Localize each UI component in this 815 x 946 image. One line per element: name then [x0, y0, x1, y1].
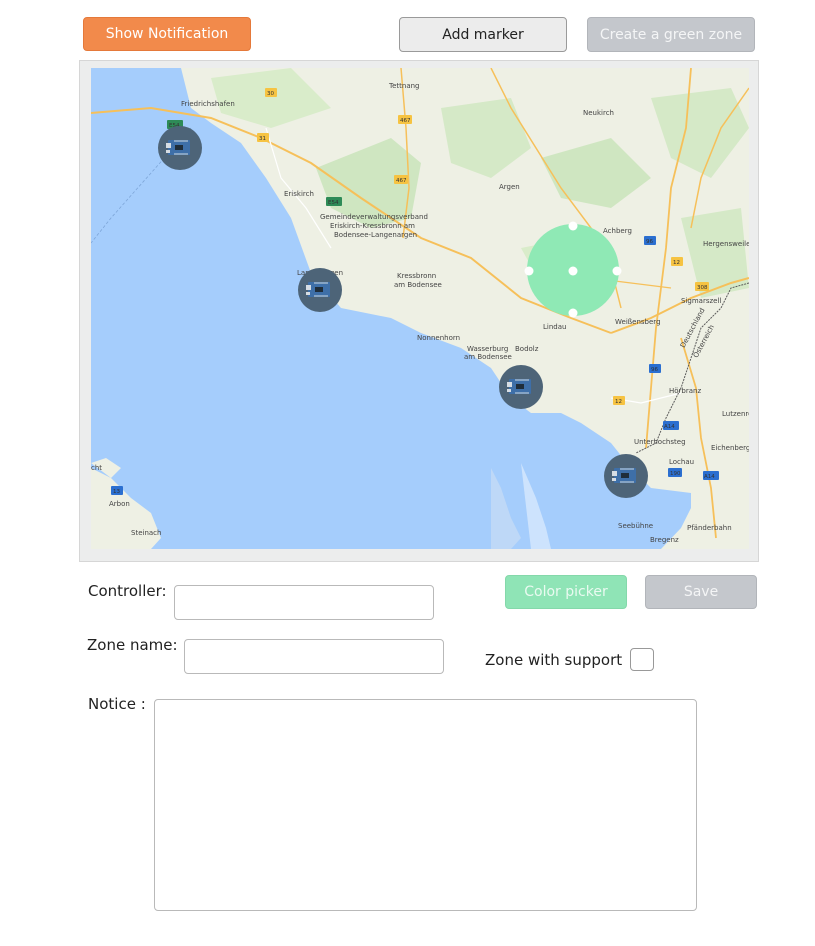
svg-text:96: 96	[646, 239, 653, 245]
svg-text:96: 96	[651, 367, 658, 373]
svg-text:12: 12	[673, 260, 680, 266]
map-label: Pfänderbahn	[687, 524, 732, 532]
svg-text:E54: E54	[328, 200, 339, 206]
svg-text:308: 308	[697, 285, 708, 291]
map-label: Hörbranz	[669, 387, 701, 395]
map-label: Argen	[499, 183, 520, 191]
map-label: Hergensweiler	[703, 240, 749, 248]
map-label: Friedrichshafen	[181, 100, 235, 108]
svg-text:467: 467	[396, 178, 407, 184]
map-label: Lochau	[669, 458, 694, 466]
controller-marker[interactable]	[297, 267, 343, 313]
zone-name-input[interactable]	[184, 639, 444, 674]
create-green-zone-button[interactable]: Create a green zone	[587, 17, 755, 52]
zone-name-label: Zone name:	[87, 636, 178, 654]
save-button[interactable]: Save	[645, 575, 757, 609]
svg-text:13: 13	[113, 489, 120, 495]
svg-text:467: 467	[400, 118, 411, 124]
add-marker-button[interactable]: Add marker	[399, 17, 567, 52]
map-label: cht	[91, 464, 102, 472]
map-label: Eriskirch	[284, 190, 314, 198]
zone-handle[interactable]	[612, 266, 622, 276]
map-label: Bodolz	[515, 345, 539, 353]
map-label: Lutzenre	[722, 410, 749, 418]
zone-handle[interactable]	[568, 221, 578, 231]
controller-marker[interactable]	[157, 125, 203, 171]
map-label: Neukirch	[583, 109, 614, 117]
svg-text:30: 30	[267, 91, 274, 97]
zone-handle[interactable]	[524, 266, 534, 276]
zone-support-checkbox[interactable]	[630, 648, 654, 671]
controller-input[interactable]	[174, 585, 434, 620]
zone-center-handle[interactable]	[568, 266, 578, 276]
controller-label: Controller:	[88, 582, 167, 600]
notice-textarea[interactable]	[154, 699, 697, 911]
show-notification-button[interactable]: Show Notification	[83, 17, 251, 51]
map-label: Sigmarszell	[681, 297, 721, 305]
map-label: Seebühne	[618, 522, 653, 530]
svg-text:31: 31	[259, 136, 266, 142]
svg-text:A14: A14	[664, 424, 675, 430]
controller-marker[interactable]	[498, 364, 544, 410]
zone-handle[interactable]	[568, 308, 578, 318]
map-label: Bodensee-Langenargen	[334, 231, 417, 239]
map-label: Eichenberg	[711, 444, 749, 452]
svg-text:A14: A14	[704, 474, 715, 480]
map-label: Lindau	[543, 323, 566, 331]
map-label: Tettnang	[388, 82, 420, 90]
map-label: Unterhochsteg	[634, 438, 686, 446]
notice-label: Notice :	[88, 695, 146, 713]
color-picker-button[interactable]: Color picker	[505, 575, 627, 609]
controller-marker[interactable]	[603, 453, 649, 499]
map-label: Arbon	[109, 500, 130, 508]
map-label: am Bodensee	[464, 353, 512, 361]
map-label: Wasserburg	[467, 345, 508, 353]
map-label: Weißensberg	[615, 318, 661, 326]
zone-support-label: Zone with support	[485, 651, 623, 669]
map-view[interactable]: Friedrichshafen Tettnang Neukirch Eriski…	[91, 68, 749, 549]
map-label: Eriskirch-Kressbronn am	[330, 222, 415, 230]
map-label: Kressbronn	[397, 272, 436, 280]
svg-text:190: 190	[670, 471, 681, 477]
map-label: Steinach	[131, 529, 161, 537]
map-label: am Bodensee	[394, 281, 442, 289]
map-label: Bregenz	[650, 536, 679, 544]
map-label: Nonnenhorn	[417, 334, 460, 342]
map-label: Achberg	[603, 227, 632, 235]
map-label: Gemeindeverwaltungsverband	[320, 213, 428, 221]
svg-text:12: 12	[615, 399, 622, 405]
